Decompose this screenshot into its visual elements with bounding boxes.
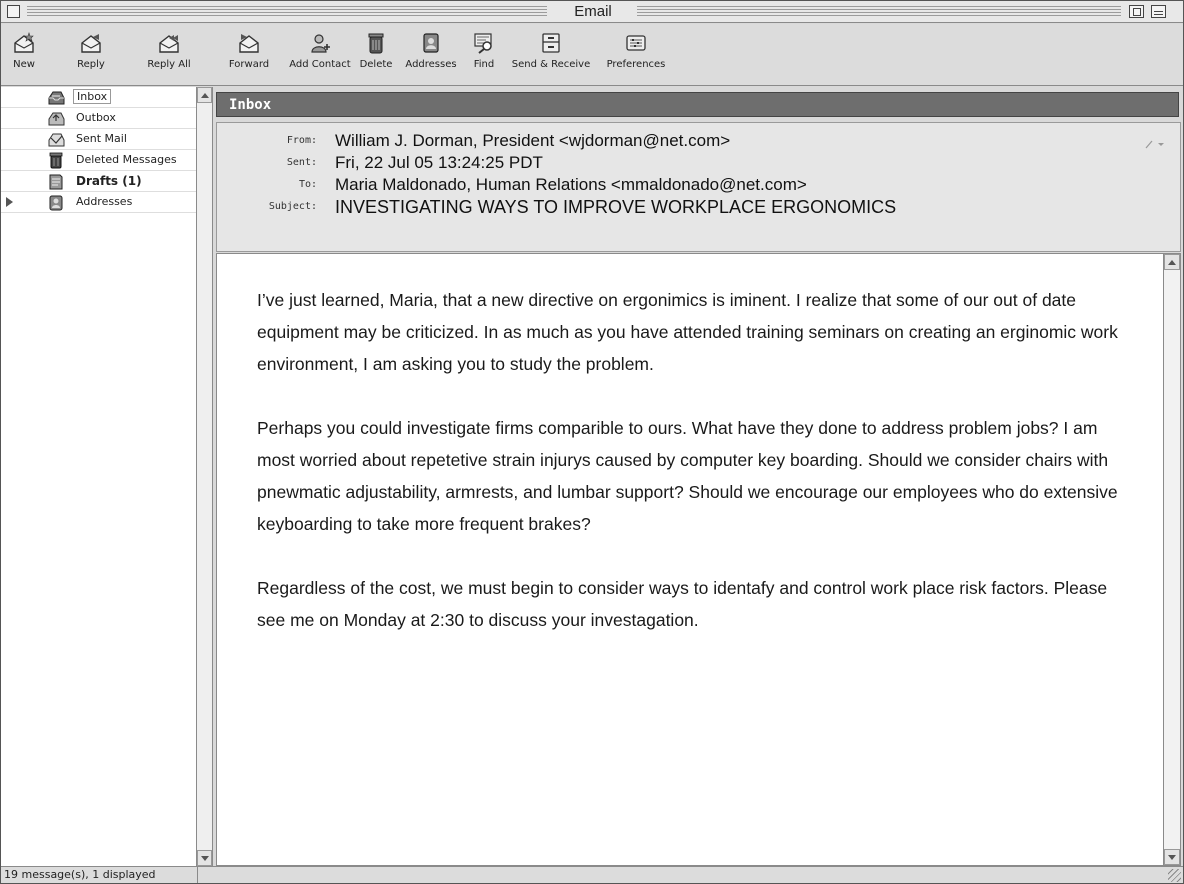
new-label: New [13, 59, 35, 70]
sidebar-item-label: Sent Mail [76, 132, 127, 145]
sidebar-item-sent-mail[interactable]: Sent Mail [1, 129, 196, 150]
addresses-label: Addresses [405, 59, 457, 70]
forward-button[interactable]: Forward [225, 26, 273, 82]
body-paragraph: Regardless of the cost, we must begin to… [257, 578, 1108, 630]
scroll-up-arrow-icon[interactable] [1164, 254, 1180, 270]
trash-icon [47, 152, 65, 169]
body-paragraph: Perhaps you could investigate firms comp… [257, 418, 1118, 534]
status-bar: 19 message(s), 1 displayed [1, 866, 1183, 883]
drafts-icon [47, 173, 65, 190]
pen-icon[interactable] [1144, 135, 1166, 149]
delete-button[interactable]: Delete [357, 26, 395, 82]
message-body: I’ve just learned, Maria, that a new dir… [257, 284, 1127, 668]
folder-title: Inbox [229, 97, 272, 113]
folder-title-bar: Inbox [216, 92, 1179, 117]
find-label: Find [473, 59, 495, 70]
message-body-pane: I’ve just learned, Maria, that a new dir… [216, 253, 1181, 866]
folder-list: Inbox Outbox Sent Mail Deleted Messages [1, 87, 196, 213]
body-scrollbar[interactable] [1163, 254, 1180, 865]
sidebar-item-label: Addresses [76, 195, 133, 208]
scroll-down-arrow-icon[interactable] [1164, 849, 1180, 865]
add-contact-icon [306, 30, 334, 56]
send-receive-button[interactable]: Send & Receive [509, 26, 593, 82]
addresses-icon [417, 30, 445, 56]
find-button[interactable]: Find [467, 26, 501, 82]
sidebar-item-addresses[interactable]: Addresses [1, 192, 196, 213]
forward-label: Forward [228, 59, 270, 70]
sidebar-item-deleted-messages[interactable]: Deleted Messages [1, 150, 196, 171]
preferences-button[interactable]: Preferences [601, 26, 671, 82]
reply-all-icon [155, 30, 183, 56]
reply-label: Reply [77, 59, 105, 70]
new-message-icon [10, 30, 38, 56]
scroll-down-arrow-icon[interactable] [197, 850, 212, 866]
from-label: From: [286, 135, 317, 146]
sent-mail-icon [47, 131, 65, 148]
find-icon [470, 30, 498, 56]
scroll-up-arrow-icon[interactable] [197, 87, 212, 103]
addresses-icon [47, 194, 65, 211]
delete-label: Delete [359, 59, 393, 70]
subject-value: INVESTIGATING WAYS TO IMPROVE WORKPLACE … [335, 197, 897, 217]
preferences-label: Preferences [606, 59, 666, 70]
resize-grip-icon[interactable] [1168, 869, 1181, 882]
inbox-icon [47, 89, 65, 106]
sent-label: Sent: [286, 157, 317, 168]
sidebar-item-inbox[interactable]: Inbox [1, 87, 196, 108]
toolbar: New Reply Reply All Forward Add Contact [1, 24, 1183, 86]
email-window: Email New Reply Reply All Forward Add Co… [0, 0, 1184, 884]
message-pane: Inbox From: William J. Dorman, President… [214, 87, 1183, 866]
preferences-icon [622, 30, 650, 56]
new-button[interactable]: New [7, 26, 41, 82]
reply-all-label: Reply All [147, 59, 191, 70]
close-box[interactable] [7, 5, 20, 18]
from-row: From: William J. Dorman, President <wjdo… [217, 131, 1117, 153]
reply-button[interactable]: Reply [71, 26, 111, 82]
sidebar-item-label: Drafts (1) [76, 174, 142, 188]
sent-row: Sent: Fri, 22 Jul 05 13:24:25 PDT [217, 153, 1117, 175]
sidebar-item-label: Inbox [73, 89, 112, 104]
sidebar-item-label: Deleted Messages [76, 153, 177, 166]
folder-sidebar: Inbox Outbox Sent Mail Deleted Messages [1, 87, 213, 866]
send-receive-label: Send & Receive [511, 59, 591, 70]
collapse-box[interactable] [1151, 5, 1166, 18]
title-stripes-right [637, 6, 1121, 17]
sidebar-scrollbar[interactable] [196, 87, 212, 866]
title-bar[interactable]: Email [1, 1, 1183, 23]
trash-icon [362, 30, 390, 56]
reply-icon [77, 30, 105, 56]
sidebar-item-drafts[interactable]: Drafts (1) [1, 171, 196, 192]
disclosure-triangle-icon[interactable] [6, 197, 13, 207]
to-value[interactable]: Maria Maldonado, Human Relations <mmaldo… [335, 175, 807, 195]
message-header: From: William J. Dorman, President <wjdo… [216, 122, 1181, 252]
addresses-button[interactable]: Addresses [403, 26, 459, 82]
reply-all-button[interactable]: Reply All [143, 26, 195, 82]
to-row: To: Maria Maldonado, Human Relations <mm… [217, 175, 1117, 197]
subject-label: Subject: [268, 201, 317, 212]
title-stripes-left [27, 6, 547, 17]
forward-icon [235, 30, 263, 56]
sidebar-item-label: Outbox [76, 111, 116, 124]
from-value[interactable]: William J. Dorman, President <wjdorman@n… [335, 131, 730, 151]
outbox-icon [47, 110, 65, 127]
status-text: 19 message(s), 1 displayed [4, 868, 156, 881]
window-title: Email [574, 3, 612, 20]
sidebar-item-outbox[interactable]: Outbox [1, 108, 196, 129]
status-divider [197, 867, 198, 883]
body-paragraph: I’ve just learned, Maria, that a new dir… [257, 290, 1118, 374]
subject-row: Subject: INVESTIGATING WAYS TO IMPROVE W… [217, 197, 1117, 219]
send-receive-icon [537, 30, 565, 56]
sent-value: Fri, 22 Jul 05 13:24:25 PDT [335, 153, 543, 172]
add-contact-button[interactable]: Add Contact [289, 26, 351, 82]
add-contact-label: Add Contact [289, 59, 351, 70]
zoom-box[interactable] [1129, 5, 1144, 18]
to-label: To: [298, 179, 317, 190]
